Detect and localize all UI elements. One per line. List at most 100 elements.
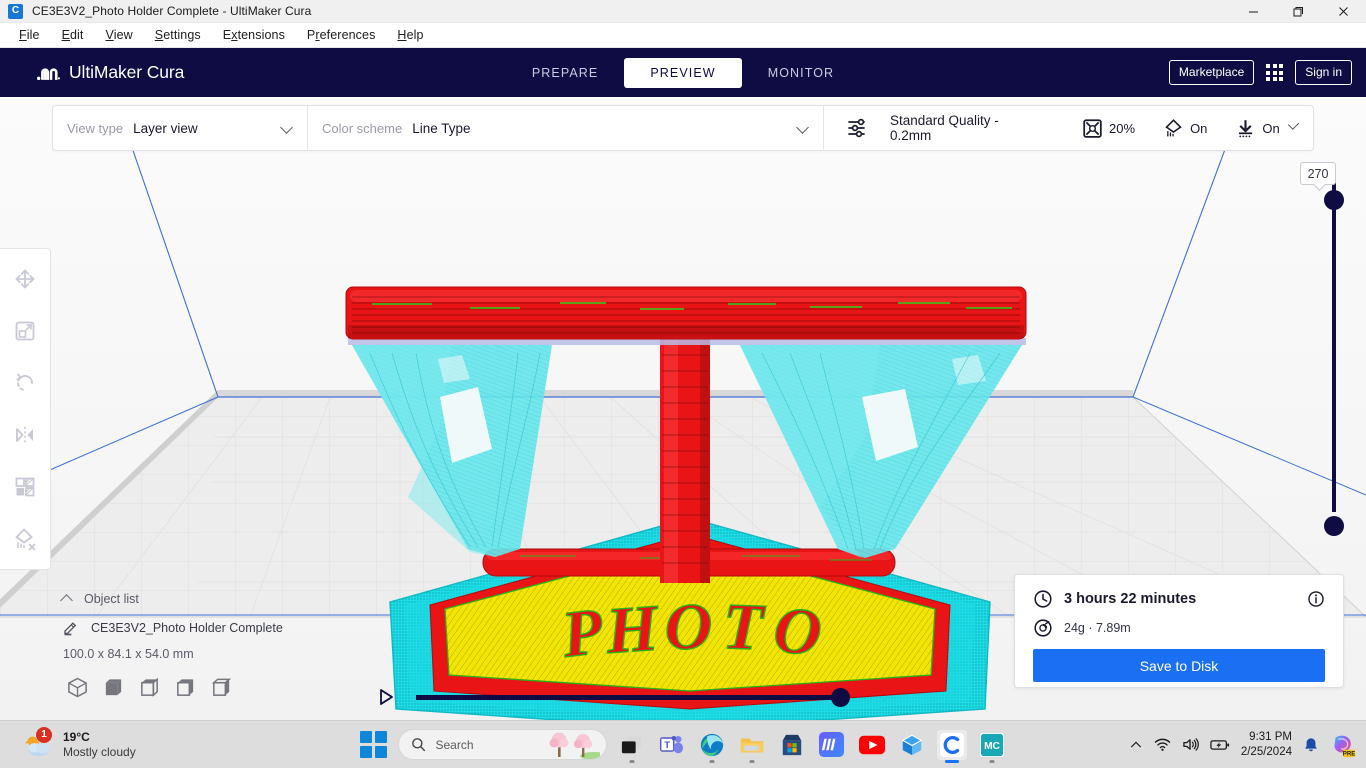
tab-monitor[interactable]: MONITOR [742,58,861,88]
minimize-button[interactable] [1231,0,1276,23]
menu-file-rest: ile [26,28,40,42]
microsoft-store-button[interactable] [777,730,807,760]
menu-edit-rest: dit [70,28,84,42]
search-input[interactable]: Search [397,729,607,760]
microsoft-teams-button[interactable]: T [657,730,687,760]
infill-indicator: 20% [1082,118,1135,139]
chevron-down-icon [280,121,293,134]
menu-file[interactable]: File [8,25,51,45]
microsoft-store-icon [782,734,801,755]
rotate-tool-button[interactable] [0,357,50,409]
svg-text:O: O [664,590,713,664]
menu-help[interactable]: Help [386,25,434,45]
ultimaker-cura-icon [939,732,964,757]
menu-view[interactable]: View [95,25,144,45]
per-model-settings-icon [15,477,35,497]
menu-preferences-rest: eferences [319,28,376,42]
move-tool-button[interactable] [0,253,50,305]
support-blocker-tool-button[interactable] [0,513,50,565]
apps-grid-icon[interactable] [1266,64,1284,81]
menu-extensions-rest: tensions [237,28,285,42]
mc-app-icon: MC [979,732,1004,757]
support-value: On [1190,120,1208,136]
3d-builder-icon [901,734,922,755]
save-to-disk-button[interactable]: Save to Disk [1033,649,1325,682]
svg-text:H: H [603,591,663,668]
running-indicator [749,759,754,763]
layer-slider-track[interactable] [1332,182,1336,512]
menu-settings-rest: ettings [163,28,201,42]
svg-text:O: O [771,593,825,670]
simulation-slider-handle[interactable] [831,687,850,707]
color-scheme-label: Color scheme [322,120,403,136]
object-list-toggle[interactable]: Object list [60,592,283,607]
move-icon [15,269,35,289]
color-scheme-dropdown[interactable]: Color scheme Line Type [307,106,823,150]
per-model-settings-tool-button[interactable] [0,461,50,513]
search-highlight-image [543,730,600,759]
view-top-icon[interactable] [138,676,161,699]
ultimaker-cura-button[interactable] [936,729,967,763]
simulation-slider-track[interactable] [416,687,850,707]
layer-slider[interactable]: 270 [1300,162,1350,568]
makerworld-button[interactable] [817,730,847,760]
running-indicator [989,759,994,763]
adhesion-indicator: On [1235,118,1280,139]
maximize-button[interactable] [1276,0,1321,23]
menu-settings[interactable]: Settings [144,25,212,45]
pencil-icon [64,622,77,636]
view-right-icon[interactable] [210,676,233,699]
view-front-icon[interactable] [102,676,125,699]
sliders-icon [848,118,865,138]
3d-builder-button[interactable] [897,730,927,760]
menu-view-rest: iew [113,28,133,42]
cura-header: UltiMaker Cura PREPARE PREVIEW MONITOR M… [0,48,1366,97]
window-controls [1231,0,1366,22]
app-icon: C [8,3,23,19]
menu-edit[interactable]: Edit [51,25,95,45]
task-view-button[interactable] [617,730,647,763]
youtube-icon [858,735,885,754]
rotate-icon [16,373,33,391]
layer-slider-upper-handle[interactable]: 270 [1300,162,1344,210]
view-3d-icon[interactable] [66,676,89,699]
settings-bar: View type Layer view Color scheme Line T… [52,105,1314,151]
running-indicator [944,759,959,763]
chevron-up-icon [60,594,73,607]
tab-preview[interactable]: PREVIEW [624,57,742,88]
microsoft-edge-button[interactable] [697,730,727,763]
support-indicator: On [1163,118,1207,139]
mc-app-button[interactable]: MC [977,730,1007,763]
running-indicator [709,759,714,763]
menubar: File Edit View Settings Extensions Prefe… [0,23,1366,48]
material-row: 24g · 7.89m [1033,618,1325,638]
object-list-title: Object list [84,592,139,606]
play-icon[interactable] [378,688,394,706]
object-name: CE3E3V2_Photo Holder Complete [91,620,283,635]
sign-in-button[interactable]: Sign in [1295,60,1352,85]
spool-icon [1034,619,1052,637]
view-left-icon[interactable] [174,676,197,699]
print-time-row: 3 hours 22 minutes [1033,589,1325,609]
brand: UltiMaker Cura [37,62,184,83]
scale-icon [15,321,35,341]
start-button[interactable] [359,730,388,759]
info-icon[interactable] [1307,590,1325,608]
close-button[interactable] [1321,0,1366,23]
menu-preferences[interactable]: Preferences [296,25,387,45]
marketplace-button[interactable]: Marketplace [1168,60,1255,85]
file-explorer-button[interactable] [737,730,767,763]
print-settings-selector[interactable]: Standard Quality - 0.2mm 20% On On [823,106,1313,150]
youtube-button[interactable] [857,730,887,760]
tab-prepare[interactable]: PREPARE [506,58,625,88]
view-type-value: Layer view [133,120,198,136]
menu-extensions[interactable]: Extensions [212,25,296,45]
object-list-item[interactable]: CE3E3V2_Photo Holder Complete [62,619,283,636]
scale-tool-button[interactable] [0,305,50,357]
svg-text:T: T [664,739,670,750]
view-type-dropdown[interactable]: View type Layer view [53,106,307,150]
mirror-tool-button[interactable] [0,409,50,461]
layer-slider-lower-handle[interactable] [1324,516,1344,536]
search-icon [411,738,425,752]
model-toolbar [0,248,51,570]
